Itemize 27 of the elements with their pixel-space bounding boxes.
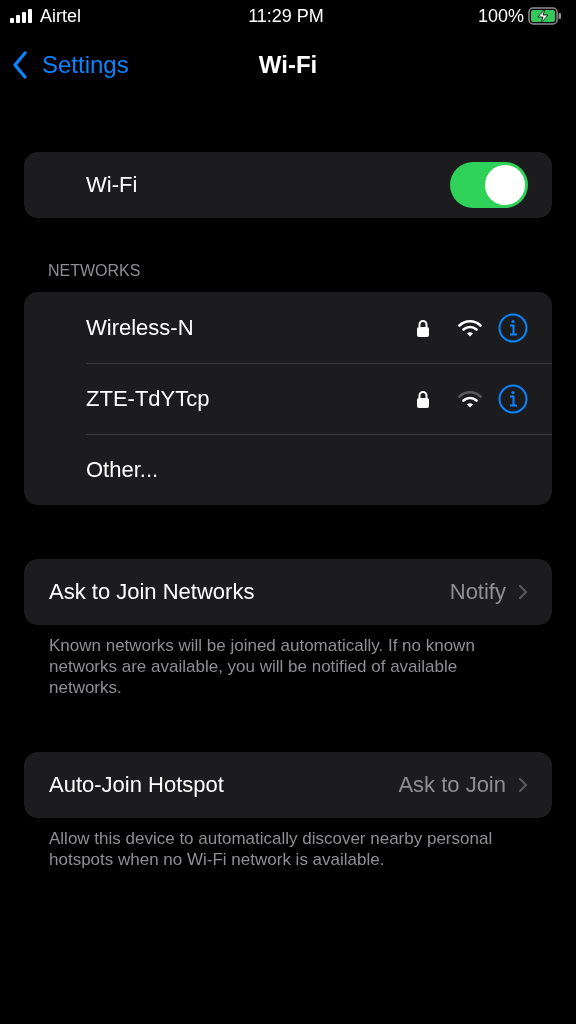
network-name[interactable]: Wireless-N	[86, 314, 404, 341]
back-button[interactable]: Settings	[12, 51, 129, 79]
page-title: Wi-Fi	[258, 51, 318, 79]
network-name[interactable]: Other...	[86, 456, 528, 483]
footer-note: Known networks will be joined automatically. If no known networks are available, you will be notified of available networks.	[49, 635, 476, 698]
chevron-right-icon	[518, 584, 528, 600]
setting-value: Notify	[449, 579, 506, 605]
info-icon	[498, 312, 528, 343]
setting-value: Ask to Join	[398, 772, 506, 798]
carrier-name: Airtel	[40, 5, 81, 27]
cellular-signal-icon	[10, 9, 34, 23]
status-time: 11:29 PM	[248, 5, 324, 27]
footer-note: Allow this device to automatically discover nearby personal hotspots when no Wi-Fi network is available.	[49, 828, 494, 870]
battery-percent: 100%	[477, 5, 524, 27]
info-icon	[498, 383, 528, 414]
wifi-toggle[interactable]	[450, 162, 528, 208]
info-button[interactable]	[498, 312, 528, 343]
info-button[interactable]	[498, 383, 528, 414]
section-header: NETWORKS	[48, 262, 142, 280]
chevron-right-icon	[518, 777, 528, 793]
setting-row[interactable]: Ask to Join Networks Notify	[24, 559, 552, 625]
setting-label: Auto-Join Hotspot	[49, 772, 225, 798]
wifi-label: Wi-Fi	[86, 172, 139, 198]
setting-label: Ask to Join Networks	[49, 579, 256, 605]
setting-row[interactable]: Auto-Join Hotspot Ask to Join	[24, 752, 552, 818]
network-name[interactable]: ZTE-TdYTcp	[86, 385, 404, 412]
chevron-left-icon	[12, 51, 28, 79]
